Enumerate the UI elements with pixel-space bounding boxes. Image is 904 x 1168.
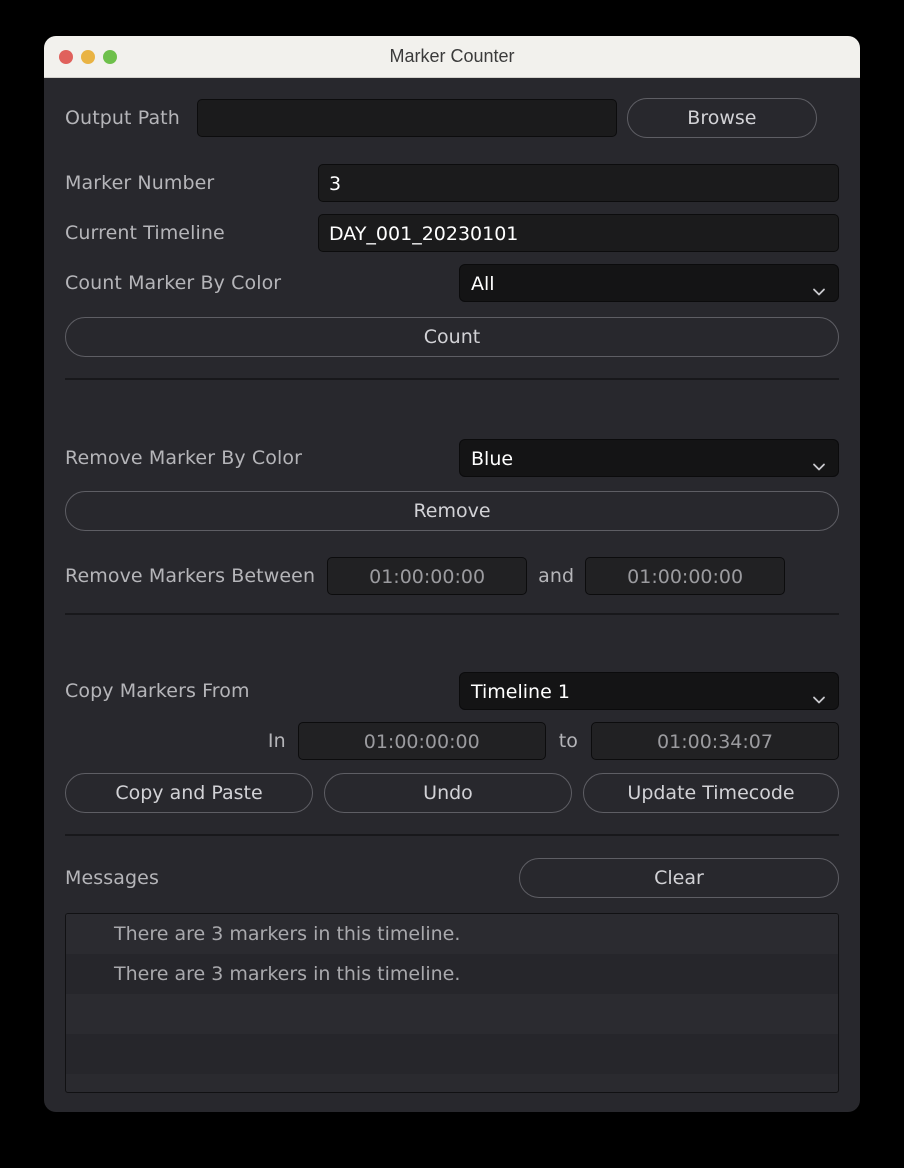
- list-item[interactable]: [66, 1034, 838, 1074]
- output-path-input[interactable]: [196, 99, 617, 137]
- divider-3: [65, 834, 839, 836]
- count-marker-color-label: Count Marker By Color: [65, 272, 282, 294]
- current-timeline-row: Current Timeline DAY_001_20230101: [65, 214, 839, 252]
- app-window: Marker Counter Output Path Browse Marker…: [44, 36, 860, 1112]
- title-bar: Marker Counter: [44, 36, 860, 78]
- list-item[interactable]: There are 3 markers in this timeline.: [66, 914, 838, 954]
- copy-markers-from-select[interactable]: Timeline 1: [459, 672, 839, 710]
- chevron-down-icon: [811, 683, 827, 704]
- remove-marker-color-label: Remove Marker By Color: [65, 447, 302, 469]
- messages-header-row: Messages Clear: [65, 858, 839, 898]
- remove-button[interactable]: Remove: [65, 491, 839, 531]
- copy-markers-from-value: Timeline 1: [471, 681, 570, 703]
- copy-to-input[interactable]: 01:00:34:07: [591, 722, 839, 760]
- window-title: Marker Counter: [389, 46, 515, 66]
- copy-in-input[interactable]: 01:00:00:00: [297, 722, 546, 760]
- marker-number-row: Marker Number 3: [65, 164, 839, 202]
- close-button[interactable]: [59, 49, 73, 64]
- in-label: In: [267, 730, 286, 752]
- current-timeline-input[interactable]: DAY_001_20230101: [318, 214, 839, 252]
- window-controls: [59, 49, 117, 64]
- undo-button[interactable]: Undo: [324, 773, 572, 813]
- list-item[interactable]: [66, 994, 838, 1034]
- output-path-label: Output Path: [65, 107, 180, 129]
- chevron-down-icon: [811, 275, 827, 296]
- count-button[interactable]: Count: [65, 317, 839, 357]
- output-path-row: Output Path Browse: [65, 98, 839, 138]
- count-marker-color-value: All: [471, 273, 495, 295]
- copy-markers-from-row: Copy Markers From Timeline 1: [65, 672, 839, 710]
- divider-1: [65, 378, 839, 380]
- maximize-button[interactable]: [103, 49, 117, 64]
- remove-marker-color-row: Remove Marker By Color Blue: [65, 439, 839, 477]
- count-marker-color-row: Count Marker By Color All: [65, 264, 839, 302]
- remove-between-label: Remove Markers Between: [65, 565, 316, 587]
- copy-range-row: In 01:00:00:00 to 01:00:34:07: [65, 722, 839, 760]
- list-item[interactable]: There are 3 markers in this timeline.: [66, 954, 838, 994]
- remove-between-from-input[interactable]: 01:00:00:00: [327, 557, 528, 595]
- minimize-button[interactable]: [81, 49, 95, 64]
- count-marker-color-select[interactable]: All: [459, 264, 839, 302]
- marker-number-input[interactable]: 3: [318, 164, 839, 202]
- copy-markers-from-label: Copy Markers From: [65, 680, 250, 702]
- to-label: to: [558, 730, 578, 752]
- update-timecode-button[interactable]: Update Timecode: [583, 773, 839, 813]
- remove-between-row: Remove Markers Between 01:00:00:00 and 0…: [65, 557, 839, 595]
- remove-marker-color-select[interactable]: Blue: [459, 439, 839, 477]
- chevron-down-icon: [811, 450, 827, 471]
- copy-and-paste-button[interactable]: Copy and Paste: [65, 773, 313, 813]
- and-label: and: [538, 565, 575, 587]
- browse-button[interactable]: Browse: [626, 98, 817, 138]
- remove-between-to-input[interactable]: 01:00:00:00: [585, 557, 786, 595]
- copy-actions-row: Copy and Paste Undo Update Timecode: [65, 773, 839, 813]
- clear-button[interactable]: Clear: [519, 858, 839, 898]
- remove-marker-color-value: Blue: [471, 448, 514, 470]
- messages-label: Messages: [65, 867, 159, 889]
- messages-list[interactable]: There are 3 markers in this timeline. Th…: [65, 913, 839, 1093]
- divider-2: [65, 613, 839, 615]
- window-body: Output Path Browse Marker Number 3 Curre…: [44, 98, 860, 1112]
- marker-number-label: Marker Number: [65, 172, 215, 194]
- current-timeline-label: Current Timeline: [65, 222, 225, 244]
